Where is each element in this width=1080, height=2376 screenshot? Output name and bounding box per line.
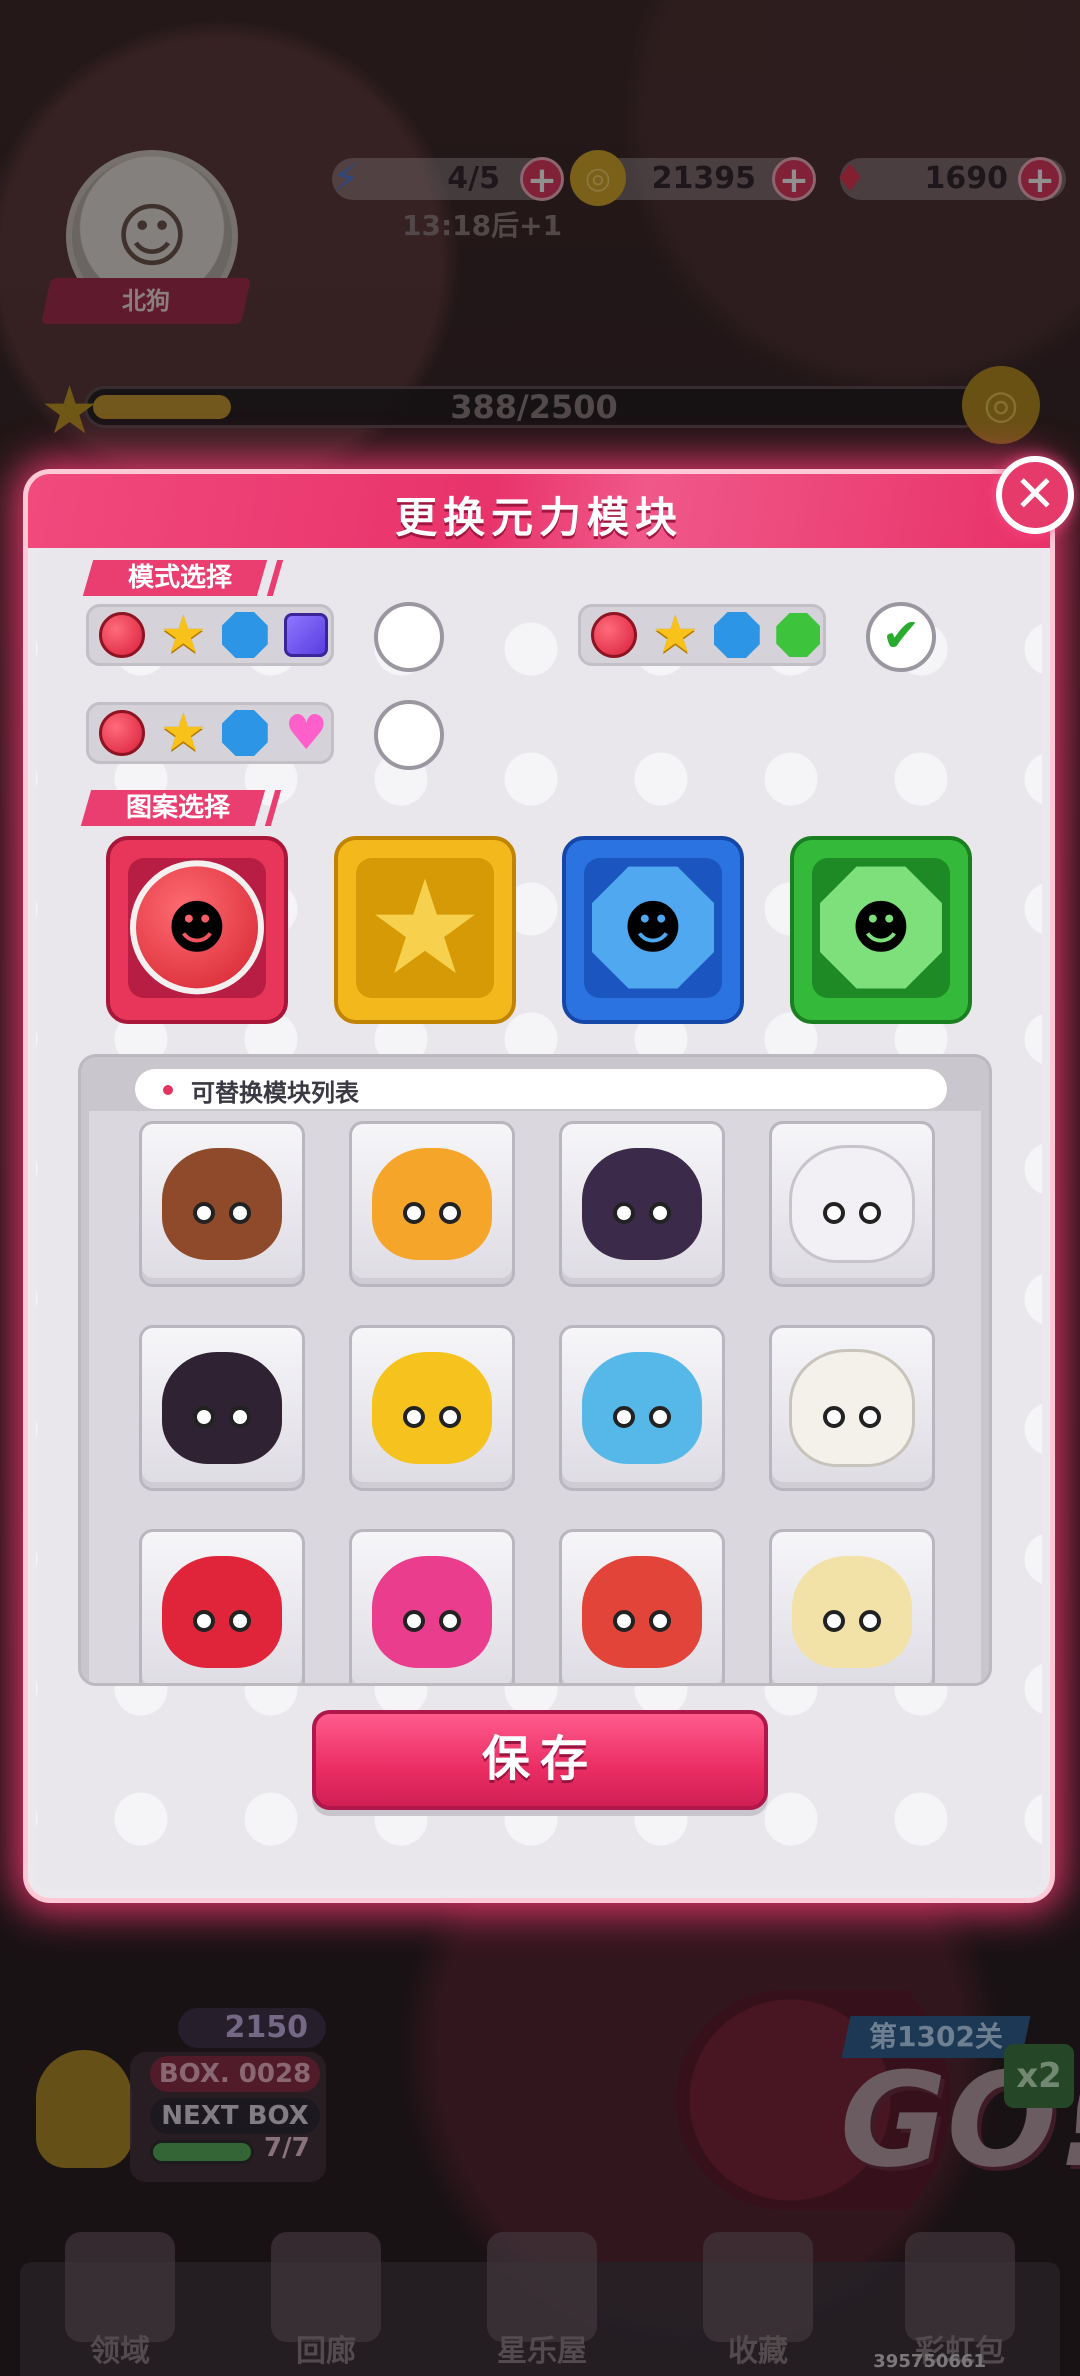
red-circle-icon: [589, 610, 639, 660]
module-tile-6[interactable]: [349, 1325, 515, 1491]
yellow-star-emblem-icon: ★: [366, 851, 484, 1004]
close-button[interactable]: ✕: [996, 456, 1074, 534]
dark-star-blob-icon: [162, 1352, 282, 1464]
blue-hexagon-icon: [220, 708, 270, 758]
red-circle-icon: [97, 610, 147, 660]
brown-spiky-blob-icon: [162, 1148, 282, 1260]
yellow-star-icon: ★: [159, 703, 207, 763]
purple-masked-blob-icon: [582, 1148, 702, 1260]
red-hooded-ghost-icon: [162, 1556, 282, 1668]
green-octagon-icon: [774, 610, 824, 660]
yellow-star-icon: ★: [159, 605, 207, 665]
orange-spiky-blob-icon: [372, 1148, 492, 1260]
module-list-label: 可替换模块列表: [191, 1079, 359, 1107]
module-tile-10[interactable]: [349, 1529, 515, 1683]
yellow-cap-blob-icon: [372, 1352, 492, 1464]
mode-option-3[interactable]: ★ ♥: [86, 702, 334, 764]
modal-title: 更换元力模块: [394, 493, 683, 542]
module-tile-12[interactable]: [769, 1529, 935, 1683]
module-list-panel[interactable]: 可替换模块列表: [78, 1054, 992, 1686]
pattern-blue[interactable]: ☻: [562, 836, 744, 1024]
module-list-header: 可替换模块列表: [135, 1069, 947, 1109]
blue-hexagon-icon: [712, 610, 762, 660]
mode-section-tag: 模式选择: [82, 560, 268, 596]
pattern-yellow[interactable]: ★: [334, 836, 516, 1024]
mode-radio-1[interactable]: [374, 602, 444, 672]
pattern-section-label: 图案选择: [126, 793, 231, 823]
pattern-red[interactable]: ☻: [106, 836, 288, 1024]
red-circle-emblem-icon: ☻: [130, 860, 264, 995]
save-button[interactable]: 保存: [312, 1710, 768, 1810]
module-tile-5[interactable]: [139, 1325, 305, 1491]
module-tile-9[interactable]: [139, 1529, 305, 1683]
mode-option-2[interactable]: ★: [578, 604, 826, 666]
cream-spiky-blob-icon: [792, 1556, 912, 1668]
module-tile-7[interactable]: [559, 1325, 725, 1491]
red-circle-icon: [97, 708, 147, 758]
white-fluffy-blob-icon: [789, 1145, 915, 1263]
yellow-star-icon: ★: [651, 605, 699, 665]
mode-option-1[interactable]: ★: [86, 604, 334, 666]
mode-radio-3[interactable]: [374, 700, 444, 770]
blue-lemon-ghost-icon: [582, 1352, 702, 1464]
bullet-dot-icon: [163, 1085, 173, 1095]
pink-ghost-icon: [372, 1556, 492, 1668]
pattern-section-tag: 图案选择: [80, 790, 266, 826]
white-goggle-blob-icon: [789, 1349, 915, 1467]
pink-heart-icon: ♥: [284, 705, 328, 761]
close-icon: ✕: [1014, 465, 1056, 523]
red-ponytail-ghost-icon: [582, 1556, 702, 1668]
blue-hexagon-icon: [220, 610, 270, 660]
pattern-green[interactable]: ☻: [790, 836, 972, 1024]
mode-radio-2[interactable]: ✔: [866, 602, 936, 672]
module-tile-3[interactable]: [559, 1121, 725, 1287]
module-tile-2[interactable]: [349, 1121, 515, 1287]
module-grid[interactable]: [89, 1111, 981, 1683]
module-tile-4[interactable]: [769, 1121, 935, 1287]
module-tile-1[interactable]: [139, 1121, 305, 1287]
checkmark-icon: ✔: [881, 608, 921, 662]
module-tile-11[interactable]: [559, 1529, 725, 1683]
module-tile-8[interactable]: [769, 1325, 935, 1491]
purple-square-icon: [282, 610, 332, 660]
mode-section-label: 模式选择: [128, 563, 233, 593]
